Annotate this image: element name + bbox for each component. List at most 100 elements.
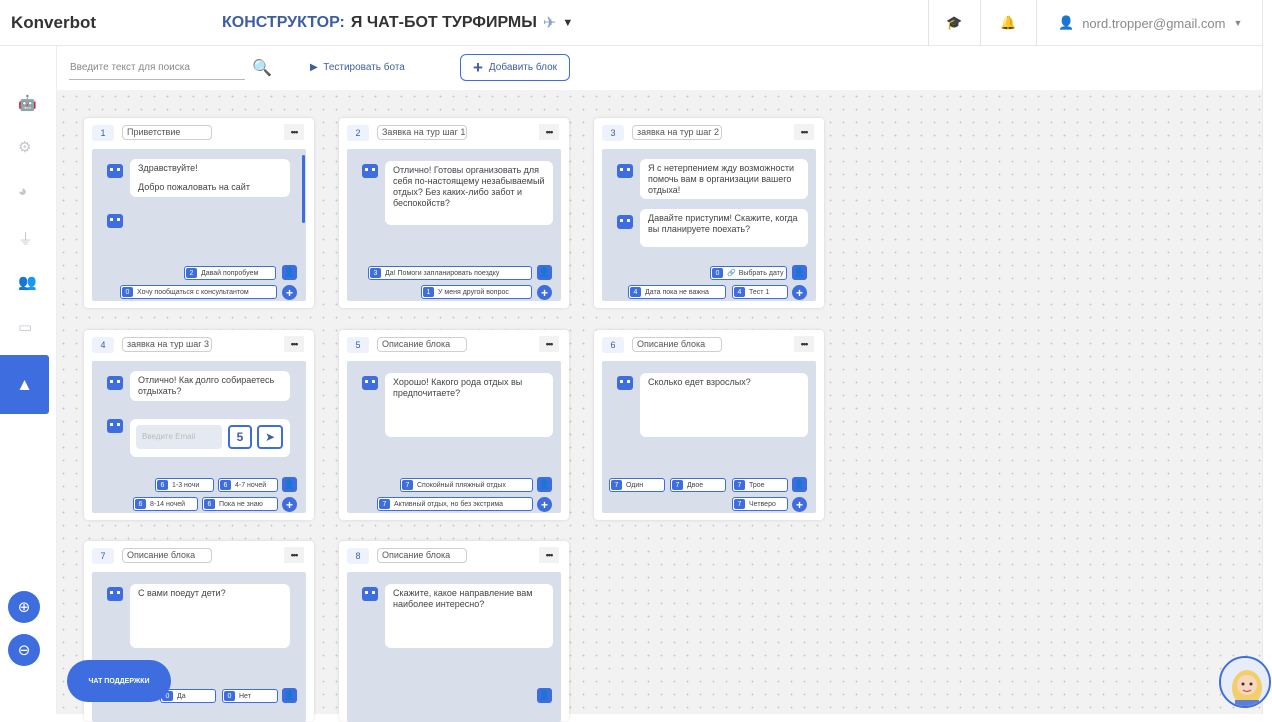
users-icon[interactable]: 👥 bbox=[18, 273, 37, 291]
answer-button[interactable]: 7 Двое bbox=[670, 478, 726, 492]
message-bubble[interactable]: Отлично! Готовы организовать для себя по… bbox=[385, 161, 553, 225]
answer-button[interactable]: 7 Трое bbox=[732, 478, 788, 492]
block-body: Я с нетерпением жду возможности помочь в… bbox=[602, 149, 816, 301]
chevron-down-icon[interactable]: ▼ bbox=[562, 17, 573, 29]
message-text: Скажите, какое направление вам наиболее … bbox=[393, 588, 533, 609]
target-number: 7 bbox=[734, 499, 745, 509]
more-menu-button[interactable]: ••• bbox=[284, 124, 304, 140]
block-name-input[interactable]: Описание блока bbox=[377, 548, 467, 563]
message-bubble[interactable]: Здравствуйте! Добро пожаловать на сайт bbox=[130, 159, 290, 197]
user-menu[interactable]: 👤 nord.tropper@gmail.com ▼ bbox=[1058, 15, 1242, 31]
graduation-cap-icon[interactable]: 🎓 bbox=[946, 15, 962, 31]
add-button-icon[interactable]: + bbox=[282, 497, 297, 512]
zoom-out-button[interactable]: ⊖ bbox=[8, 634, 40, 666]
more-menu-button[interactable]: ••• bbox=[794, 336, 814, 352]
add-block-button[interactable]: + Добавить блок bbox=[460, 54, 570, 81]
answer-button[interactable]: 6 4-7 ночей bbox=[218, 478, 278, 492]
block-card[interactable]: 8 Описание блока ••• Скажите, какое напр… bbox=[339, 541, 569, 722]
block-name-input[interactable]: Описание блока bbox=[632, 337, 722, 352]
answer-button[interactable]: 6 1-3 ночи bbox=[155, 478, 214, 492]
message-bubble[interactable]: Скажите, какое направление вам наиболее … bbox=[385, 584, 553, 648]
more-menu-button[interactable]: ••• bbox=[539, 124, 559, 140]
block-name-input[interactable]: заявка на тур шаг 2 bbox=[632, 125, 722, 140]
more-menu-button[interactable]: ••• bbox=[284, 547, 304, 563]
toolbar: Введите текст для поиска 🔍 ▶ Тестировать… bbox=[57, 46, 1262, 90]
message-bubble[interactable]: Хорошо! Какого рода отдых вы предпочитае… bbox=[385, 373, 553, 437]
answer-button[interactable]: 0 Хочу пообщаться с консультантом bbox=[120, 285, 277, 299]
block-card[interactable]: 3 заявка на тур шаг 2 ••• Я с нетерпение… bbox=[594, 118, 824, 308]
block-number: 8 bbox=[347, 548, 369, 564]
answer-button[interactable]: 4 Тест 1 bbox=[732, 285, 788, 299]
card-icon[interactable]: ▭ bbox=[18, 318, 32, 336]
pie-chart-icon[interactable]: ◕ bbox=[18, 183, 27, 200]
plug-icon[interactable]: ⏚ bbox=[18, 228, 33, 249]
answer-button[interactable]: 0 Нет bbox=[222, 689, 278, 703]
zoom-in-button[interactable]: ⊕ bbox=[8, 591, 40, 623]
answer-button[interactable]: 7 Один bbox=[609, 478, 665, 492]
answer-button[interactable]: 3 Да! Помоги запланировать поездку bbox=[368, 266, 532, 280]
more-menu-button[interactable]: ••• bbox=[794, 124, 814, 140]
more-menu-button[interactable]: ••• bbox=[539, 336, 559, 352]
project-title[interactable]: КОНСТРУКТОР: Я ЧАТ-БОТ ТУРФИРМЫ ✈ ▼ bbox=[222, 13, 573, 33]
divider bbox=[980, 0, 981, 46]
block-card[interactable]: 4 заявка на тур шаг 3 ••• Отлично! Как д… bbox=[84, 330, 314, 520]
search-input[interactable]: Введите текст для поиска bbox=[69, 58, 245, 80]
answer-button[interactable]: 2 Давай попробуем bbox=[184, 266, 276, 280]
support-chat-button[interactable]: ЧАТ ПОДДЕРЖКИ bbox=[67, 660, 171, 702]
message-bubble[interactable]: Я с нетерпением жду возможности помочь в… bbox=[640, 159, 808, 199]
answer-button[interactable]: 1 У меня другой вопрос bbox=[421, 285, 532, 299]
logo[interactable]: Konverbot bbox=[11, 13, 96, 33]
search-icon[interactable]: 🔍 bbox=[252, 58, 272, 78]
block-card[interactable]: 1 Приветствие ••• Здравствуйте! Добро по… bbox=[84, 118, 314, 308]
answer-button[interactable]: 7 Четверо bbox=[732, 497, 788, 511]
block-body: Отлично! Как долго собираетесь отдыхать?… bbox=[92, 361, 306, 513]
message-bubble[interactable]: Сколько едет взрослых? bbox=[640, 373, 808, 437]
block-name-input[interactable]: Приветствие bbox=[122, 125, 212, 140]
block-card[interactable]: 2 Заявка на тур шаг 1 ••• Отлично! Готов… bbox=[339, 118, 569, 308]
target-number: 6 bbox=[135, 499, 146, 509]
message-text: Добро пожаловать на сайт bbox=[138, 182, 250, 192]
bell-icon[interactable]: 🔔 bbox=[1000, 15, 1016, 31]
target-number: 0 bbox=[224, 691, 235, 701]
answer-button[interactable]: 6 Пока не знаю bbox=[202, 497, 278, 511]
add-button-icon[interactable]: + bbox=[537, 285, 552, 300]
send-icon[interactable]: ➤ bbox=[257, 425, 283, 449]
answer-button[interactable]: 7 Активный отдых, но без экстрима bbox=[377, 497, 533, 511]
block-number: 4 bbox=[92, 337, 114, 353]
block-name-input[interactable]: Описание блока bbox=[377, 337, 467, 352]
target-number: 6 bbox=[220, 480, 231, 490]
block-name-input[interactable]: Описание блока bbox=[122, 548, 212, 563]
scrollbar[interactable] bbox=[302, 155, 305, 223]
constructor-icon[interactable]: ▲ bbox=[0, 355, 49, 414]
assistant-avatar[interactable] bbox=[1219, 656, 1271, 708]
test-bot-button[interactable]: ▶ Тестировать бота bbox=[310, 62, 405, 73]
bot-icon bbox=[107, 587, 123, 601]
answer-label: У меня другой вопрос bbox=[438, 288, 509, 296]
answer-button[interactable]: 4 Дата пока не важна bbox=[628, 285, 726, 299]
message-bubble[interactable]: Отлично! Как долго собираетесь отдыхать? bbox=[130, 371, 290, 401]
add-button-icon[interactable]: + bbox=[537, 497, 552, 512]
answer-button[interactable]: 6 8-14 ночей bbox=[133, 497, 198, 511]
add-button-icon[interactable]: + bbox=[792, 285, 807, 300]
answer-button[interactable]: 7 Спокойный пляжный отдых bbox=[400, 478, 533, 492]
answer-label: Да! Помоги запланировать поездку bbox=[385, 269, 500, 277]
add-button-icon[interactable]: + bbox=[792, 497, 807, 512]
test-bot-label: Тестировать бота bbox=[323, 62, 405, 73]
block-body: Скажите, какое направление вам наиболее … bbox=[347, 572, 561, 722]
add-button-icon[interactable]: + bbox=[282, 285, 297, 300]
block-card[interactable]: 6 Описание блока ••• Сколько едет взросл… bbox=[594, 330, 824, 520]
message-bubble[interactable]: Давайте приступим! Скажите, когда вы пла… bbox=[640, 209, 808, 247]
message-bubble[interactable]: С вами поедут дети? bbox=[130, 584, 290, 648]
answer-button[interactable]: 0 🔗 Выбрать дату bbox=[710, 266, 787, 280]
email-target-number[interactable]: 5 bbox=[228, 425, 252, 449]
email-field[interactable]: Введите Email bbox=[136, 425, 222, 449]
robot-icon[interactable]: 🤖 bbox=[18, 94, 37, 112]
answer-label: Хочу пообщаться с консультантом bbox=[137, 288, 249, 296]
block-card[interactable]: 5 Описание блока ••• Хорошо! Какого рода… bbox=[339, 330, 569, 520]
block-name-input[interactable]: Заявка на тур шаг 1 bbox=[377, 125, 467, 140]
block-name-input[interactable]: заявка на тур шаг 3 bbox=[122, 337, 212, 352]
more-menu-button[interactable]: ••• bbox=[539, 547, 559, 563]
answer-label: Дата пока не важна bbox=[645, 288, 709, 296]
more-menu-button[interactable]: ••• bbox=[284, 336, 304, 352]
gears-icon[interactable]: ⚙ bbox=[18, 138, 31, 156]
